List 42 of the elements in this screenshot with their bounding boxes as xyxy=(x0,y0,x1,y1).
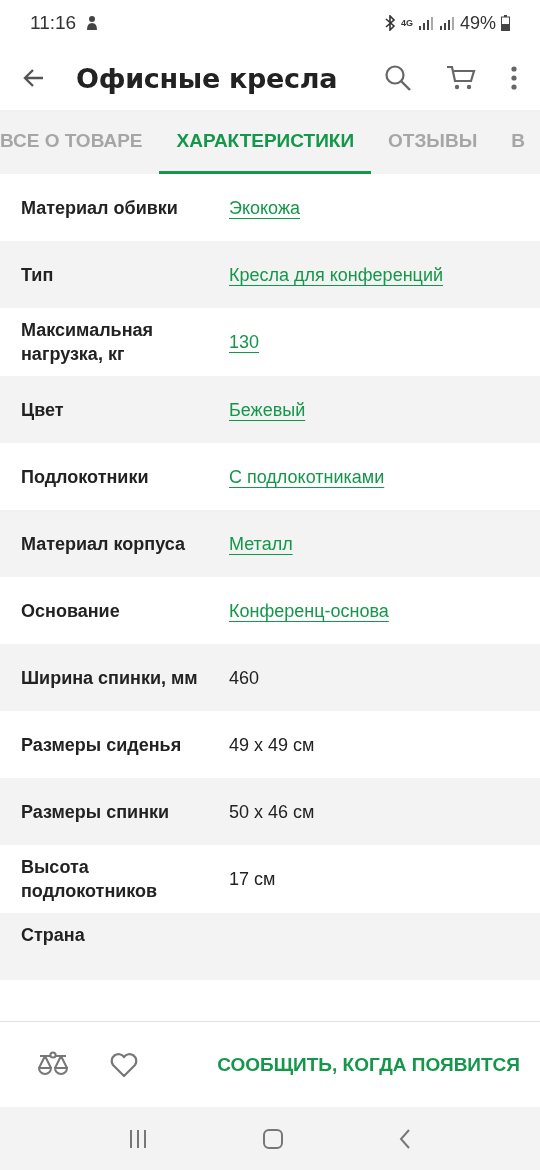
spec-name: Тип xyxy=(21,263,55,287)
cart-button[interactable] xyxy=(446,64,476,92)
spec-value-link[interactable]: С подлокотниками xyxy=(229,464,385,489)
network-type: 4G xyxy=(400,18,413,28)
spec-value-link[interactable]: Экокожа xyxy=(229,195,300,220)
tab[interactable]: ОТЗЫВЫ xyxy=(371,110,495,174)
spec-name: Страна xyxy=(21,924,86,947)
tab[interactable]: ХАРАКТЕРИСТИКИ xyxy=(159,110,372,174)
spec-name: Ширина спинки, мм xyxy=(21,666,199,690)
spec-name: Максимальная нагрузка, кг xyxy=(21,319,155,366)
signal-icon xyxy=(438,16,455,30)
spec-name: Высота подлокотников xyxy=(21,856,159,903)
spec-name: Материал корпуса xyxy=(21,532,186,556)
spec-name: Цвет xyxy=(21,398,65,422)
battery-icon xyxy=(501,15,510,31)
page-title: Офисные кресла xyxy=(76,62,339,94)
spec-name: Подлокотники xyxy=(21,465,150,489)
spec-value-link[interactable]: Бежевый xyxy=(229,397,306,422)
notification-icon xyxy=(85,15,100,31)
tab[interactable]: В xyxy=(494,110,540,174)
spec-name: Размеры сиденья xyxy=(21,733,183,757)
spec-value-link[interactable]: Кресла для конференций xyxy=(229,262,443,287)
status-time: 11:16 xyxy=(30,12,77,34)
spec-value-link[interactable]: 130 xyxy=(229,330,260,354)
favorite-button[interactable] xyxy=(110,1051,138,1078)
battery-level: 49% xyxy=(459,12,496,34)
notify-button[interactable]: СООБЩИТЬ, КОГДА ПОЯВИТСЯ xyxy=(217,1053,520,1076)
more-button[interactable] xyxy=(510,65,518,91)
signal-icon xyxy=(417,16,434,30)
spec-value: 17 см xyxy=(229,868,276,891)
spec-value: 50 x 46 см xyxy=(229,800,315,824)
spec-value-link[interactable]: Конференц-основа xyxy=(229,598,389,623)
tab[interactable]: ВСЕ О ТОВАРЕ xyxy=(0,110,160,174)
home-button[interactable] xyxy=(262,1127,284,1150)
spec-name: Материал обивки xyxy=(21,196,179,220)
spec-value: 460 xyxy=(229,666,260,690)
spec-value: 49 x 49 см xyxy=(229,733,315,757)
spec-name: Размеры спинки xyxy=(21,800,171,824)
spec-name: Основание xyxy=(21,599,121,623)
search-button[interactable] xyxy=(384,64,412,92)
bluetooth-icon xyxy=(383,15,396,31)
spec-value-link[interactable]: Металл xyxy=(229,531,293,556)
